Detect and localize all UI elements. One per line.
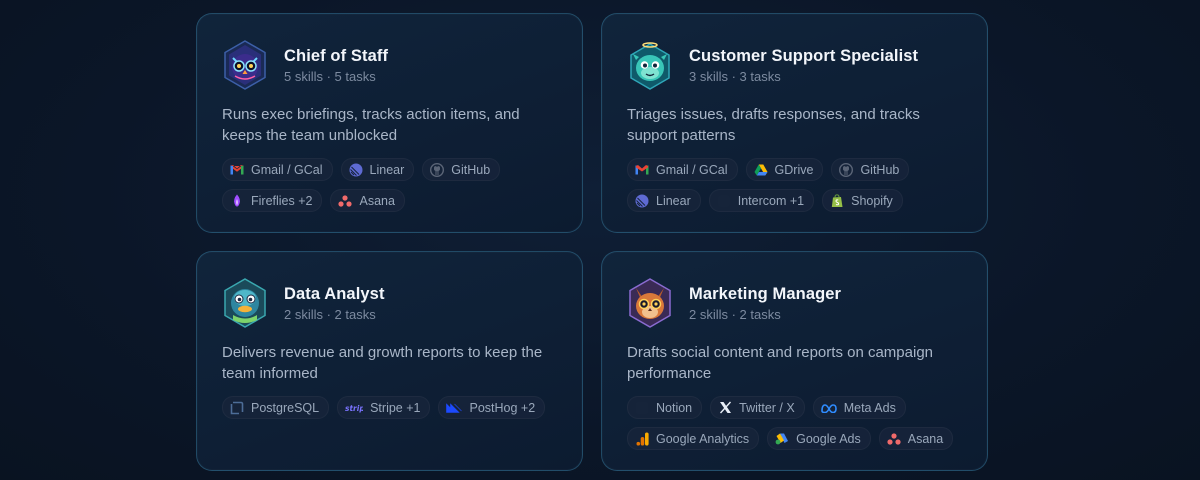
linear-icon	[635, 194, 649, 208]
tag-label: Google Ads	[796, 431, 861, 446]
notion-icon	[635, 401, 649, 415]
stripe-icon: stripe	[345, 401, 363, 415]
asana-icon	[338, 194, 353, 208]
card-title: Data Analyst	[284, 284, 385, 303]
gmail-icon	[230, 163, 244, 177]
integration-tag-github: GitHub	[831, 158, 910, 181]
linear-icon	[349, 163, 363, 177]
integration-tag-github: GitHub	[422, 158, 501, 181]
integration-tag-gmail: Gmail / GCal	[222, 158, 333, 181]
asana-icon	[887, 432, 901, 446]
tag-label: Asana	[359, 193, 395, 208]
x-icon	[718, 401, 732, 415]
card-description: Drafts social content and reports on cam…	[627, 344, 933, 382]
agent-card-data-analyst[interactable]: Data Analyst 2 skills · 2 tasks Delivers…	[196, 251, 583, 471]
integration-tag-google-analytics: Google Analytics	[627, 427, 760, 450]
posthog-icon	[446, 401, 463, 415]
fox-owl-avatar-icon	[627, 278, 673, 328]
integration-tag-gmail: Gmail / GCal	[627, 158, 738, 181]
tag-label: GitHub	[451, 162, 491, 177]
card-meta: 5 skills · 5 tasks	[284, 68, 376, 84]
tag-label: Gmail / GCal	[656, 162, 728, 177]
card-header: Marketing Manager 2 skills · 2 tasks	[627, 278, 962, 328]
integration-tag-asana: Asana	[330, 189, 405, 212]
integration-tags: Gmail / GCal GDrive GitHub Linear Interc…	[627, 158, 972, 212]
tag-label: PostgreSQL	[251, 400, 320, 415]
agent-card-chief-of-staff[interactable]: Chief of Staff 5 skills · 5 tasks Runs e…	[196, 13, 583, 233]
card-header: Customer Support Specialist 3 skills · 3…	[627, 40, 962, 90]
integration-tags: Gmail / GCal Linear GitHub Fireflies +2	[222, 158, 567, 212]
tag-label: Notion	[656, 400, 693, 415]
tag-label: PostHog +2	[469, 400, 536, 415]
tag-label: Intercom +1	[737, 193, 805, 208]
tag-label: Google Analytics	[656, 431, 750, 446]
integration-tag-stripe: stripe Stripe +1	[337, 396, 431, 419]
card-meta: 2 skills · 2 tasks	[689, 306, 781, 322]
agent-card-marketing-manager[interactable]: Marketing Manager 2 skills · 2 tasks Dra…	[601, 251, 988, 471]
integration-tag-posthog: PostHog +2	[438, 396, 546, 419]
tag-label: GDrive	[774, 162, 814, 177]
integration-tag-linear: Linear	[627, 189, 701, 212]
google-analytics-icon	[635, 432, 649, 446]
integration-tag-linear: Linear	[340, 158, 415, 181]
tag-label: Stripe +1	[370, 400, 421, 415]
integration-tag-gdrive: GDrive	[745, 158, 824, 181]
integration-tag-meta-ads: Meta Ads	[812, 396, 906, 419]
google-ads-icon	[775, 432, 789, 446]
tag-label: Twitter / X	[739, 400, 795, 415]
card-meta: 3 skills · 3 tasks	[689, 68, 781, 84]
angel-creature-avatar-icon	[627, 40, 673, 90]
gmail-icon	[635, 163, 649, 177]
gdrive-icon	[754, 163, 768, 177]
tag-label: Linear	[369, 162, 405, 177]
integration-tag-intercom: Intercom +1	[708, 189, 815, 212]
agent-card-customer-support-specialist[interactable]: Customer Support Specialist 3 skills · 3…	[601, 13, 988, 233]
card-meta: 2 skills · 2 tasks	[284, 306, 376, 322]
integration-tag-google-ads: Google Ads	[767, 427, 871, 450]
card-description: Delivers revenue and growth reports to k…	[222, 344, 543, 382]
integration-tags: Notion Twitter / X Meta Ads Google Analy…	[627, 396, 972, 450]
meta-icon	[820, 401, 837, 415]
postgresql-icon	[230, 401, 244, 415]
tag-label: Shopify	[851, 193, 893, 208]
duck-avatar-icon	[222, 278, 268, 328]
integration-tag-shopify: Shopify	[822, 189, 903, 212]
tag-label: Linear	[656, 193, 691, 208]
card-title: Customer Support Specialist	[689, 46, 919, 65]
integration-tag-notion: Notion	[627, 396, 703, 419]
tag-label: Meta Ads	[843, 400, 896, 415]
svg-text:stripe: stripe	[345, 404, 363, 413]
tag-label: Fireflies +2	[251, 193, 313, 208]
card-header: Data Analyst 2 skills · 2 tasks	[222, 278, 557, 328]
shopify-icon	[830, 193, 844, 208]
integration-tag-asana: Asana	[878, 427, 954, 450]
card-title: Marketing Manager	[689, 284, 842, 303]
integration-tag-twitter: Twitter / X	[710, 396, 805, 419]
owl-avatar-icon	[222, 40, 268, 90]
intercom-icon	[717, 194, 731, 208]
card-header: Chief of Staff 5 skills · 5 tasks	[222, 40, 557, 90]
tag-label: Asana	[907, 431, 944, 446]
card-description: Runs exec briefings, tracks action items…	[222, 106, 520, 144]
integration-tags: PostgreSQL stripe Stripe +1 PostHog +2	[222, 396, 567, 419]
tag-label: Gmail / GCal	[251, 162, 323, 177]
card-title: Chief of Staff	[284, 46, 389, 65]
agent-templates-grid: Chief of Staff 5 skills · 5 tasks Runs e…	[0, 0, 1200, 480]
fireflies-icon	[230, 194, 244, 208]
github-icon	[839, 162, 854, 177]
integration-tag-fireflies: Fireflies +2	[222, 189, 323, 212]
tag-label: GitHub	[860, 162, 900, 177]
github-icon	[430, 162, 445, 177]
card-description: Triages issues, drafts responses, and tr…	[627, 106, 920, 144]
integration-tag-postgresql: PostgreSQL	[222, 396, 330, 419]
